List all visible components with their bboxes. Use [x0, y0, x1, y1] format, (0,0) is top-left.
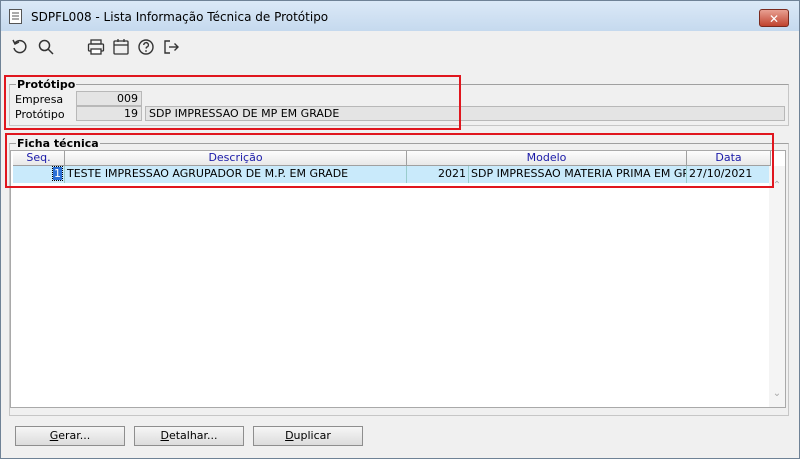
cell-data: 27/10/2021: [687, 166, 771, 183]
gerar-label: erar...: [58, 429, 91, 442]
toolbar: [1, 31, 799, 63]
prototipo-description-field[interactable]: SDP IMPRESSAO DE MP EM GRADE: [145, 106, 785, 121]
seq-value: 1: [52, 166, 63, 181]
detalhar-label: etalhar...: [168, 429, 218, 442]
close-button[interactable]: ✕: [759, 9, 789, 27]
column-header-data[interactable]: Data: [687, 151, 771, 166]
scroll-up-arrow-icon[interactable]: ⌃: [769, 180, 785, 191]
cell-seq: 1: [13, 166, 65, 183]
refresh-icon[interactable]: [11, 38, 29, 56]
window-title: SDPFL008 - Lista Informação Técnica de P…: [31, 10, 329, 24]
detalhar-button[interactable]: Detalhar...: [134, 426, 244, 446]
column-header-seq[interactable]: Seq.: [13, 151, 65, 166]
duplicar-button[interactable]: Duplicar: [253, 426, 363, 446]
detalhar-mnemonic: D: [160, 429, 169, 442]
duplicar-label: uplicar: [293, 429, 331, 442]
title-bar: SDPFL008 - Lista Informação Técnica de P…: [1, 1, 799, 31]
cell-modelo-code: 2021: [407, 166, 469, 183]
search-icon[interactable]: [37, 38, 55, 56]
prototipo-code-field[interactable]: 19: [76, 106, 142, 121]
prototipo-label: Protótipo: [15, 108, 65, 121]
ficha-tecnica-legend: Ficha técnica: [16, 137, 100, 150]
help-icon[interactable]: [137, 38, 155, 56]
scroll-down-arrow-icon[interactable]: ⌄: [769, 388, 785, 399]
gerar-button[interactable]: Gerar...: [15, 426, 125, 446]
cell-modelo-description: SDP IMPRESSAO MATERIA PRIMA EM GRADE: [469, 166, 687, 183]
vertical-scrollbar[interactable]: ⌃ ⌄: [769, 166, 785, 407]
exit-icon[interactable]: [162, 38, 180, 56]
empresa-field[interactable]: 009: [76, 91, 142, 106]
gerar-mnemonic: G: [49, 429, 59, 442]
empresa-label: Empresa: [15, 93, 64, 106]
print-icon[interactable]: [87, 38, 105, 56]
prototipo-legend: Protótipo: [16, 78, 77, 91]
cell-descricao: TESTE IMPRESSAO AGRUPADOR DE M.P. EM GRA…: [65, 166, 407, 183]
duplicar-mnemonic: D: [285, 429, 294, 442]
document-icon: [9, 9, 22, 24]
ficha-tecnica-table[interactable]: Seq. Descrição Modelo Data 1 TESTE IMPRE…: [10, 150, 786, 408]
column-header-descricao[interactable]: Descrição: [65, 151, 407, 166]
calendar-icon[interactable]: [112, 38, 130, 56]
column-header-modelo[interactable]: Modelo: [407, 151, 687, 166]
